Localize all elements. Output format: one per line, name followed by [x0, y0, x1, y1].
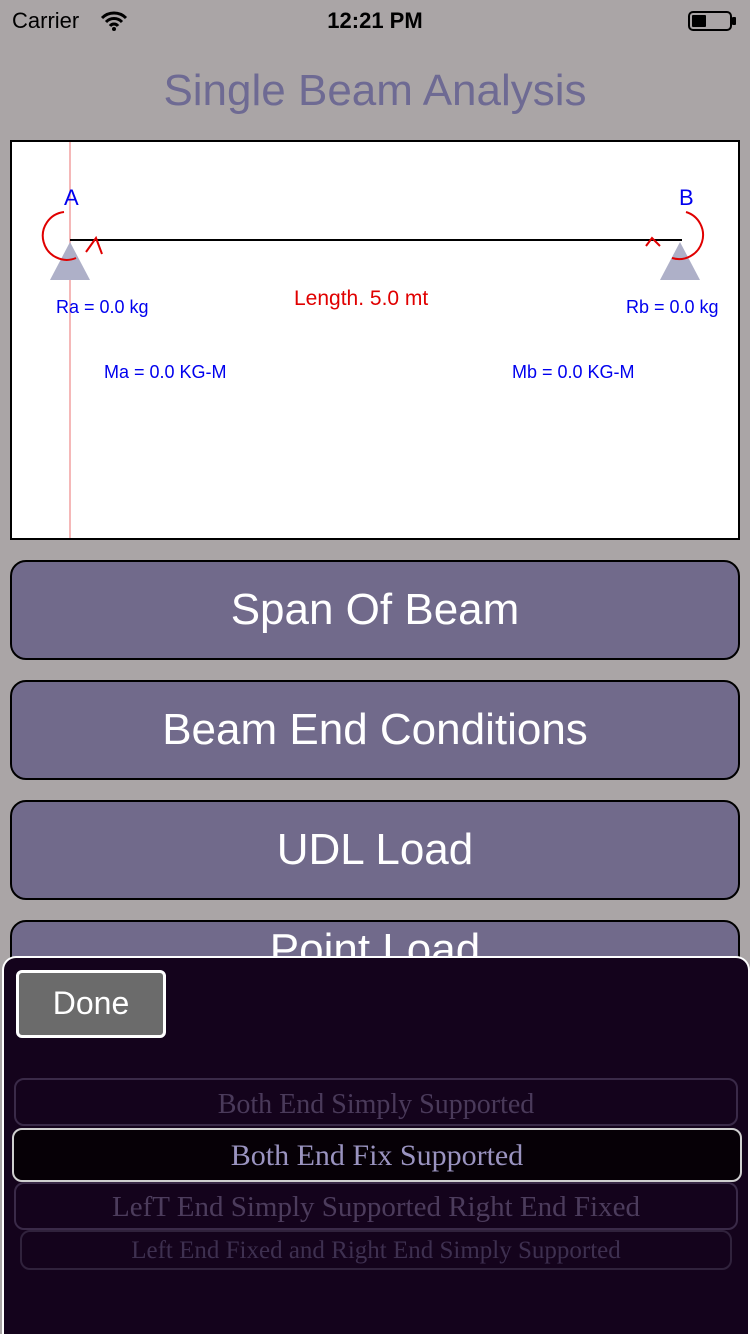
support-b-icon: [660, 242, 700, 280]
support-a-label: A: [64, 185, 79, 210]
end-conditions-picker[interactable]: Done Both End Simply Supported Both End …: [2, 956, 750, 1334]
udl-load-button[interactable]: UDL Load: [10, 800, 740, 900]
done-button[interactable]: Done: [16, 970, 166, 1038]
reaction-b-label: Rb = 0.0 kg: [626, 297, 719, 317]
length-label: Length. 5.0 mt: [294, 287, 428, 310]
moment-a-label: Ma = 0.0 KG-M: [104, 362, 227, 382]
beam-diagram-canvas: A B Ra = 0.0 kg Rb = 0.0 kg Length. 5.0 …: [41, 142, 719, 538]
clock: 12:21 PM: [327, 8, 423, 33]
support-b-label: B: [679, 185, 694, 210]
picker-option[interactable]: Both End Simply Supported: [14, 1078, 738, 1126]
moment-b-label: Mb = 0.0 KG-M: [512, 362, 635, 382]
support-a-icon: [50, 242, 90, 280]
picker-option-selected[interactable]: Both End Fix Supported: [12, 1128, 742, 1182]
picker-option[interactable]: LefT End Simply Supported Right End Fixe…: [14, 1182, 738, 1230]
reaction-a-label: Ra = 0.0 kg: [56, 297, 149, 317]
beam-diagram: A B Ra = 0.0 kg Rb = 0.0 kg Length. 5.0 …: [10, 140, 740, 540]
beam-end-conditions-button[interactable]: Beam End Conditions: [10, 680, 740, 780]
battery-icon: [688, 11, 736, 31]
status-bar: Carrier 12:21 PM: [0, 0, 750, 40]
span-of-beam-button[interactable]: Span Of Beam: [10, 560, 740, 660]
picker-option[interactable]: Left End Fixed and Right End Simply Supp…: [20, 1230, 732, 1270]
page-title: Single Beam Analysis: [163, 66, 587, 115]
